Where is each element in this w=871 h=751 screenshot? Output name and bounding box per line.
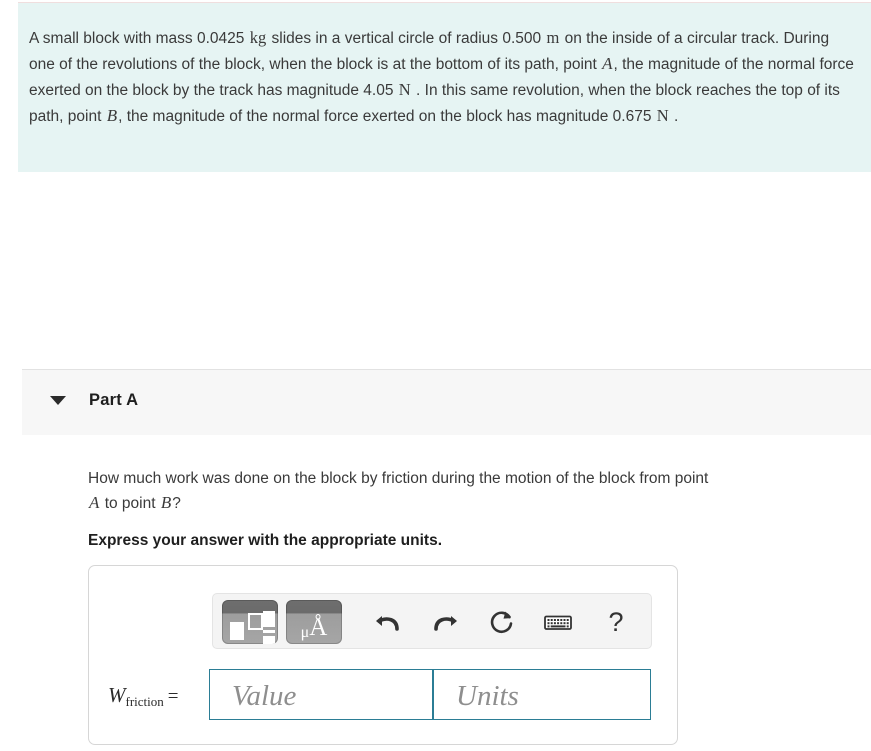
undo-icon: [368, 602, 408, 642]
math-toolbar: μÅ ?: [212, 593, 652, 649]
keyboard-button[interactable]: [538, 602, 578, 642]
undo-button[interactable]: [368, 602, 408, 642]
problem-variable: B: [106, 106, 118, 125]
redo-icon: [425, 602, 465, 642]
problem-unit: N: [656, 106, 669, 125]
caret-down-icon[interactable]: [50, 396, 66, 405]
keyboard-icon: [538, 602, 578, 642]
help-icon: ?: [608, 607, 624, 637]
problem-text-run: .: [669, 108, 679, 125]
answer-symbol-w: W: [108, 683, 126, 707]
redo-button[interactable]: [425, 602, 465, 642]
question-line2-mid: to point: [100, 495, 160, 512]
answer-instruction: Express your answer with the appropriate…: [88, 532, 443, 549]
problem-unit: N: [398, 80, 411, 99]
answer-symbol-subscript: friction: [125, 694, 164, 709]
answer-label: Wfriction =: [108, 683, 178, 710]
problem-text-run: A small block with mass 0.0425: [29, 30, 249, 47]
problem-text-run: , the magnitude of the normal force exer…: [118, 108, 656, 125]
value-input[interactable]: Value: [209, 669, 433, 720]
answer-input-container: μÅ ? Wfriction = Value Units: [88, 565, 678, 745]
point-b-symbol: B: [160, 493, 172, 512]
reset-button[interactable]: [482, 602, 522, 642]
units-icon-angstrom: Å: [309, 614, 328, 641]
part-a-title: Part A: [89, 391, 139, 409]
point-a-symbol: A: [89, 493, 100, 512]
problem-statement-banner: A small block with mass 0.0425 kg slides…: [18, 2, 871, 172]
answer-equals-sign: =: [167, 686, 179, 707]
units-icon: μÅ: [286, 614, 342, 644]
problem-text-run: slides in a vertical circle of radius 0.…: [267, 30, 546, 47]
units-input[interactable]: Units: [433, 669, 651, 720]
problem-variable: A: [602, 54, 613, 73]
problem-unit: m: [546, 28, 560, 47]
units-button[interactable]: μÅ: [286, 600, 342, 644]
question-text-line1: How much work was done on the block by f…: [88, 470, 709, 487]
problem-statement-text: A small block with mass 0.0425 kg slides…: [29, 25, 859, 129]
math-templates-button[interactable]: [222, 600, 278, 644]
question-text-line2: A to point B?: [88, 491, 181, 516]
reset-icon: [482, 602, 522, 642]
value-input-placeholder: Value: [232, 680, 297, 712]
units-icon-mu: μ: [300, 624, 310, 641]
part-a-header[interactable]: Part A: [22, 369, 871, 435]
problem-unit: kg: [249, 28, 267, 47]
units-input-placeholder: Units: [456, 680, 519, 712]
question-line2-suffix: ?: [172, 495, 181, 512]
help-button[interactable]: ?: [596, 602, 636, 642]
